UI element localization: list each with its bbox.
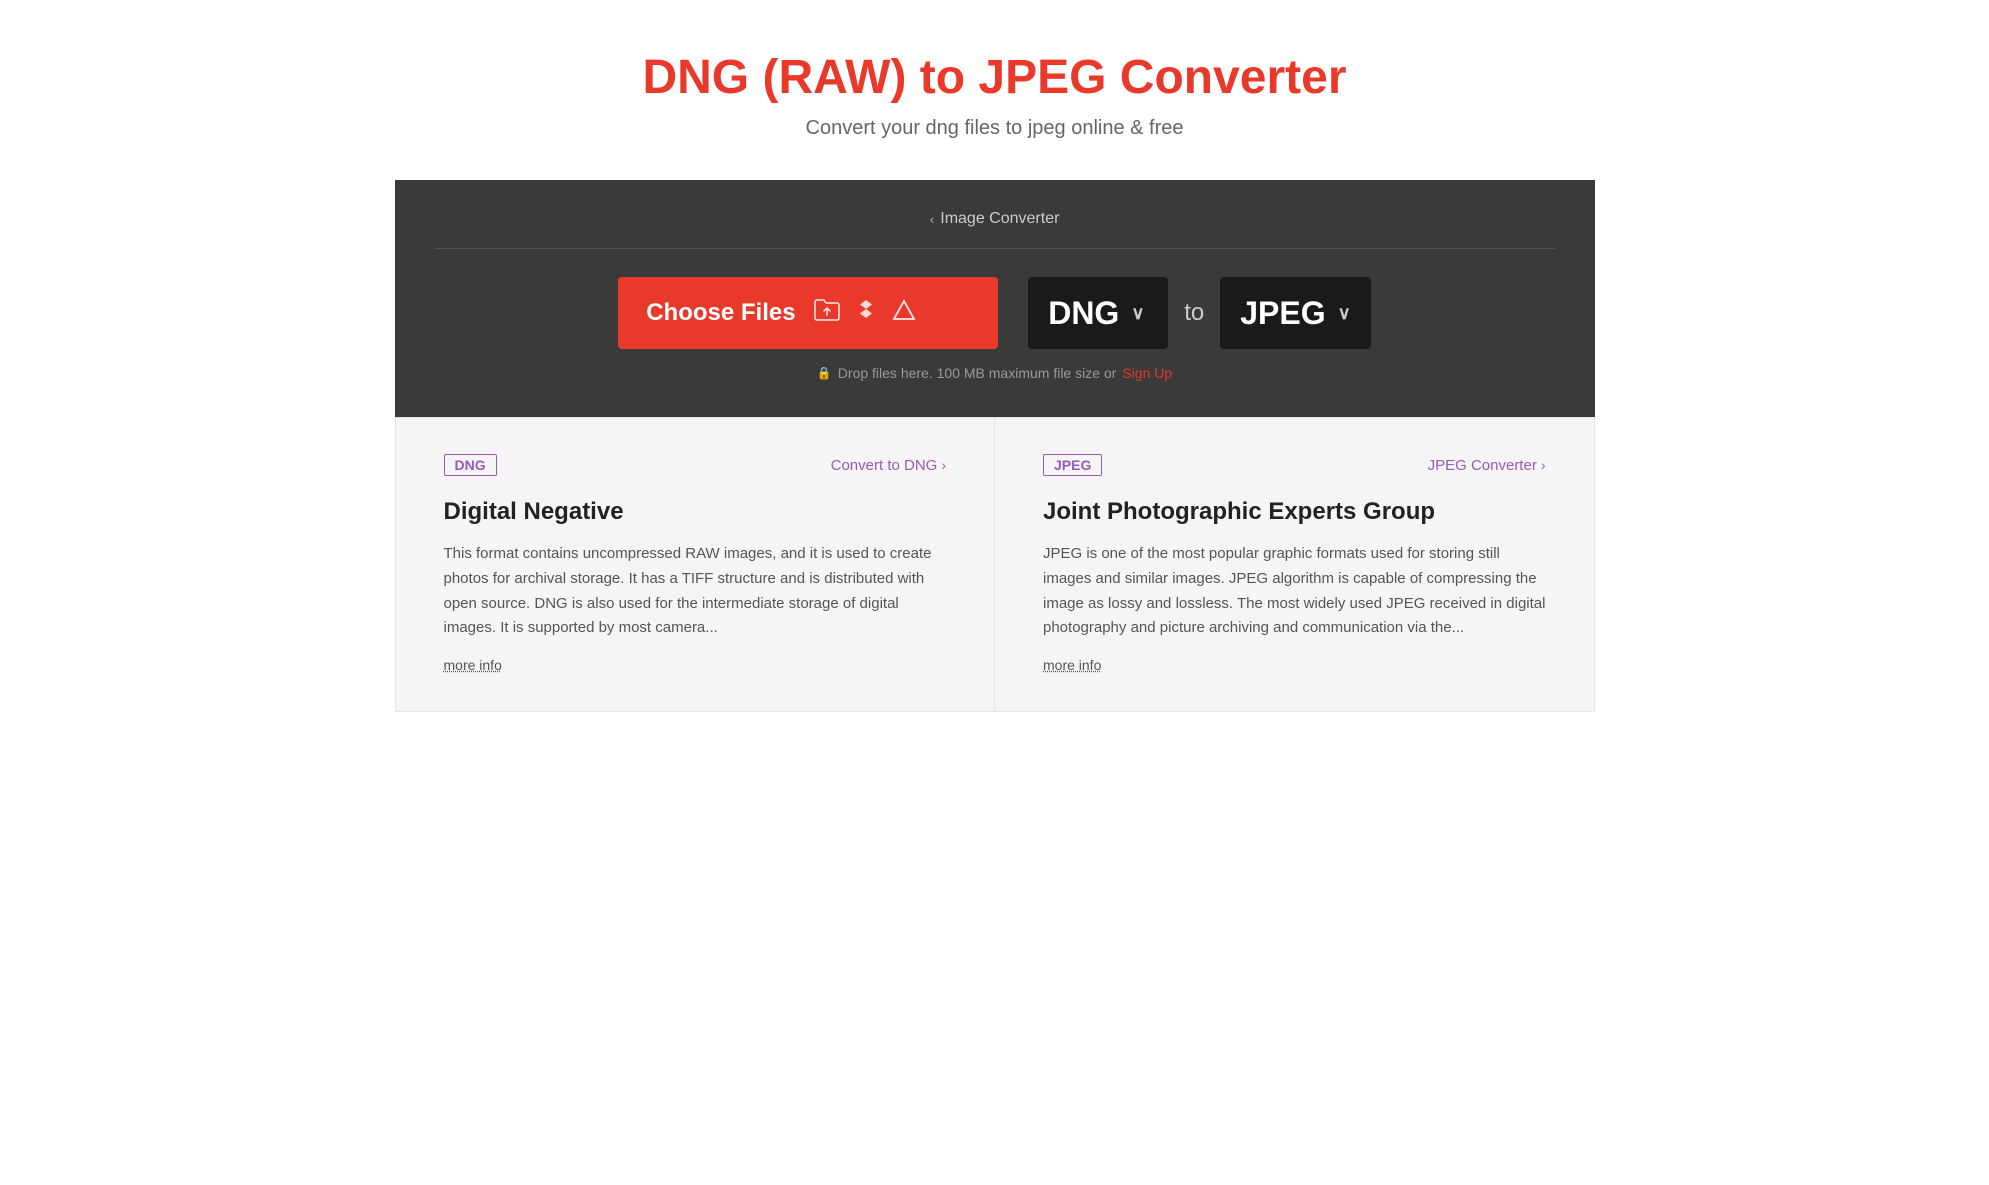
page-title: DNG (RAW) to JPEG Converter	[435, 50, 1555, 105]
choose-files-label: Choose Files	[646, 299, 795, 327]
jpeg-info-card: JPEG JPEG Converter › Joint Photographic…	[994, 417, 1595, 712]
convert-to-dng-link[interactable]: Convert to DNG ›	[831, 457, 946, 474]
from-format-label: DNG	[1048, 295, 1119, 332]
to-format-selector[interactable]: JPEG ∨	[1220, 277, 1371, 349]
dng-card-description: This format contains uncompressed RAW im…	[444, 542, 947, 641]
signup-link[interactable]: Sign Up	[1122, 365, 1172, 381]
dropbox-icon	[854, 298, 878, 328]
converter-controls: Choose Files	[435, 277, 1555, 349]
from-format-chevron-icon: ∨	[1131, 303, 1144, 324]
header-section: DNG (RAW) to JPEG Converter Convert your…	[415, 0, 1575, 180]
jpeg-card-title: Joint Photographic Experts Group	[1043, 498, 1546, 526]
convert-to-dng-label: Convert to DNG	[831, 457, 938, 474]
page-subtitle: Convert your dng files to jpeg online & …	[435, 117, 1555, 140]
to-format-label: JPEG	[1240, 295, 1325, 332]
upload-icons	[814, 298, 916, 328]
lock-icon: 🔒	[817, 366, 832, 380]
breadcrumb-chevron-icon: ‹	[930, 211, 935, 227]
format-to-label: to	[1184, 299, 1204, 327]
drop-hint-text: Drop files here. 100 MB maximum file siz…	[838, 365, 1117, 381]
from-format-selector[interactable]: DNG ∨	[1028, 277, 1168, 349]
breadcrumb: ‹ Image Converter	[435, 210, 1555, 249]
to-format-chevron-icon: ∨	[1338, 303, 1351, 324]
dng-info-card: DNG Convert to DNG › Digital Negative Th…	[395, 417, 995, 712]
jpeg-link-arrow-icon: ›	[1541, 457, 1546, 473]
drop-hint: 🔒 Drop files here. 100 MB maximum file s…	[435, 365, 1555, 381]
jpeg-converter-link[interactable]: JPEG Converter ›	[1428, 457, 1546, 474]
choose-files-button[interactable]: Choose Files	[618, 277, 998, 349]
dng-more-info-button[interactable]: more info	[444, 657, 502, 673]
dng-badge: DNG	[444, 454, 497, 476]
jpeg-card-header: JPEG JPEG Converter ›	[1043, 454, 1546, 476]
dng-link-arrow-icon: ›	[941, 457, 946, 473]
jpeg-card-description: JPEG is one of the most popular graphic …	[1043, 542, 1546, 641]
converter-panel: ‹ Image Converter Choose Files	[395, 180, 1595, 417]
breadcrumb-label: Image Converter	[940, 210, 1059, 228]
jpeg-more-info-button[interactable]: more info	[1043, 657, 1101, 673]
jpeg-converter-label: JPEG Converter	[1428, 457, 1537, 474]
dng-card-header: DNG Convert to DNG ›	[444, 454, 947, 476]
dng-card-title: Digital Negative	[444, 498, 947, 526]
format-group: DNG ∨ to JPEG ∨	[1028, 277, 1371, 349]
google-drive-icon	[892, 299, 916, 327]
info-cards: DNG Convert to DNG › Digital Negative Th…	[395, 417, 1595, 712]
jpeg-badge: JPEG	[1043, 454, 1102, 476]
local-folder-icon	[814, 299, 840, 327]
